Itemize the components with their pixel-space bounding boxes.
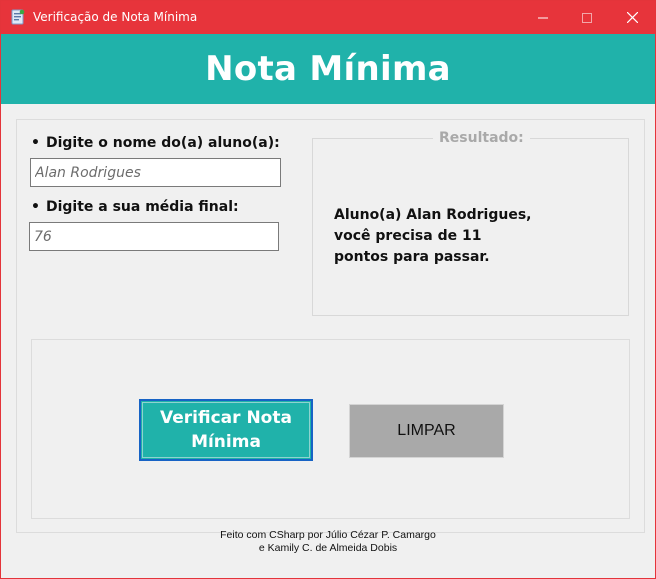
verify-button-label: Verificar Nota Mínima (160, 408, 292, 452)
bullet: • (31, 199, 40, 215)
result-legend: Resultado: (433, 130, 530, 146)
average-input[interactable] (30, 223, 278, 250)
button-panel (31, 339, 630, 519)
average-label: • Digite a sua média final: (31, 199, 239, 215)
footer-line-1: Feito com CSharp por Júlio Cézar P. Cama… (220, 529, 436, 541)
title-bar[interactable]: Verificação de Nota Mínima (1, 1, 655, 34)
minimize-icon (538, 8, 548, 27)
result-group: Resultado: Aluno(a) Alan Rodrigues, você… (312, 130, 629, 316)
maximize-button[interactable] (564, 1, 610, 34)
clear-button[interactable]: LIMPAR (349, 404, 504, 458)
name-input[interactable] (31, 159, 280, 186)
name-label: • Digite o nome do(a) aluno(a): (31, 135, 280, 151)
window-title: Verificação de Nota Mínima (33, 10, 198, 24)
minimize-button[interactable] (520, 1, 566, 34)
app-window: Verificação de Nota Mínima Nota Mínima •… (0, 0, 656, 579)
name-field[interactable] (30, 158, 281, 187)
average-label-text: Digite a sua média final: (45, 199, 239, 215)
close-button[interactable] (609, 1, 655, 34)
verify-button[interactable]: Verificar Nota Mínima (139, 399, 313, 461)
header-banner: Nota Mínima (1, 34, 655, 104)
close-icon (626, 8, 638, 27)
clear-button-label: LIMPAR (397, 422, 456, 439)
footer-line-2: e Kamily C. de Almeida Dobis (258, 542, 398, 554)
page-title: Nota Mínima (205, 49, 451, 89)
bullet: • (31, 135, 40, 151)
average-field[interactable] (29, 222, 279, 251)
app-icon (11, 9, 25, 25)
footer-credits: Feito com CSharp por Júlio Cézar P. Cama… (1, 529, 655, 555)
maximize-icon (582, 8, 592, 27)
name-label-text: Digite o nome do(a) aluno(a): (45, 135, 280, 151)
result-message: Aluno(a) Alan Rodrigues, você precisa de… (334, 207, 532, 265)
